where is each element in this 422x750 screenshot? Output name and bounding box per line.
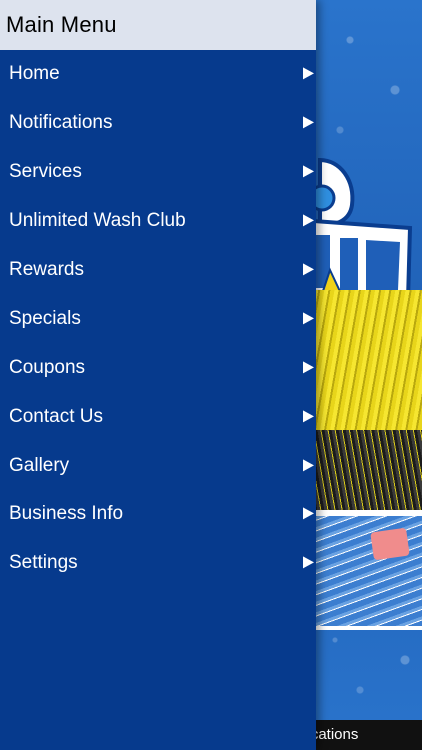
chevron-right-icon (303, 214, 314, 227)
chevron-right-icon (303, 410, 314, 423)
chevron-right-icon (303, 507, 314, 520)
menu-item-label: Services (9, 161, 82, 183)
chevron-right-icon (303, 165, 314, 178)
menu-item-label: Business Info (9, 503, 124, 525)
chevron-right-icon (303, 556, 314, 569)
menu-item-coupons[interactable]: Coupons (0, 343, 316, 392)
chevron-right-icon (303, 67, 314, 80)
menu-item-unlimited-wash-club[interactable]: Unlimited Wash Club (0, 197, 316, 246)
menu-item-business-info[interactable]: Business Info (0, 490, 316, 539)
menu-item-label: Contact Us (9, 405, 103, 427)
car-wash-logo (300, 157, 413, 303)
drawer-header: Main Menu (0, 0, 316, 50)
menu-item-label: Unlimited Wash Club (9, 210, 186, 232)
menu-list: Home Notifications Services Unlimited Wa… (0, 50, 316, 588)
menu-item-label: Settings (9, 552, 78, 574)
dark-brush-image (300, 430, 422, 510)
menu-item-label: Rewards (9, 259, 84, 280)
chevron-right-icon (303, 116, 314, 129)
chevron-right-icon (303, 263, 314, 276)
app-screen: ifications Main Menu Home Notifications … (0, 0, 422, 750)
menu-item-label: Specials (9, 307, 81, 329)
menu-item-gallery[interactable]: Gallery (0, 441, 316, 490)
drawer-title: Main Menu (6, 12, 117, 37)
menu-item-services[interactable]: Services (0, 148, 316, 197)
chevron-right-icon (303, 458, 314, 471)
menu-item-label: Gallery (9, 454, 70, 476)
menu-item-rewards[interactable]: Rewards (0, 246, 316, 295)
navigation-drawer: Main Menu Home Notifications Services Un… (0, 0, 316, 750)
menu-item-specials[interactable]: Specials (0, 294, 316, 343)
menu-item-settings[interactable]: Settings (0, 539, 316, 588)
menu-item-contact-us[interactable]: Contact Us (0, 392, 316, 441)
menu-item-label: Coupons (9, 356, 86, 378)
menu-item-notifications[interactable]: Notifications (0, 99, 316, 148)
sponge-image (370, 527, 410, 561)
chevron-right-icon (303, 312, 314, 325)
menu-item-label: Home (9, 63, 60, 85)
chevron-right-icon (303, 361, 314, 374)
menu-item-home[interactable]: Home (0, 50, 316, 99)
menu-item-label: Notifications (9, 112, 113, 134)
